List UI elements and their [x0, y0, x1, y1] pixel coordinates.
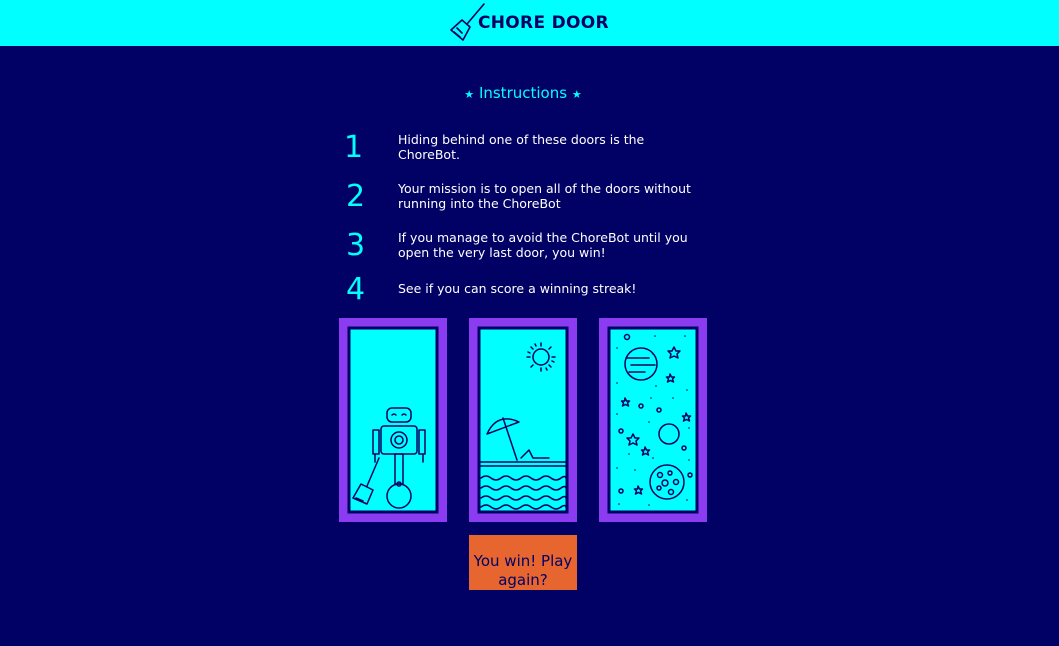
door-1[interactable] — [339, 318, 447, 522]
robot-icon — [347, 326, 439, 514]
step-number: 1 — [344, 130, 364, 165]
app-title: CHORE DOOR — [478, 13, 609, 33]
beach-icon — [477, 326, 569, 514]
step-number: 4 — [346, 272, 366, 307]
step-text: Hiding behind one of these doors is the … — [398, 132, 645, 162]
space-icon — [607, 326, 699, 514]
header-bar: CHORE DOOR — [0, 0, 1059, 46]
step-number: 2 — [346, 179, 366, 214]
door-3[interactable] — [599, 318, 707, 522]
step-text: See if you can score a winning streak! — [398, 281, 637, 296]
step-text: If you manage to avoid the ChoreBot unti… — [398, 230, 688, 260]
instructions-heading: ★ Instructions ★ — [0, 84, 1046, 102]
step-number: 3 — [346, 228, 366, 263]
door-2[interactable] — [469, 318, 577, 522]
star-icon: ★ — [464, 88, 475, 101]
step-text: Your mission is to open all of the doors… — [398, 181, 691, 211]
star-icon: ★ — [571, 88, 582, 101]
instructions-title: Instructions — [478, 84, 568, 102]
play-again-button[interactable]: You win! Play again? — [469, 535, 577, 590]
